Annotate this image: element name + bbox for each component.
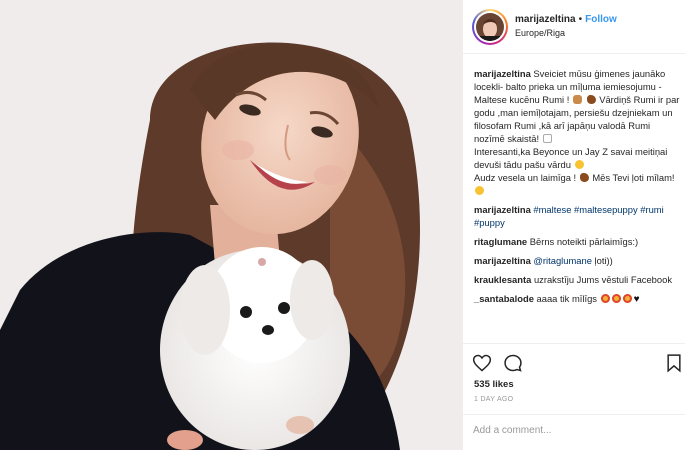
comment-item: krauklesanta uzrakstīju Jums vēstuli Fac…	[474, 273, 681, 286]
header-username[interactable]: marijazeltina	[515, 14, 576, 25]
smile-emoji-icon	[475, 186, 484, 195]
caption-text-4: Audz vesela un laimīga !	[474, 172, 577, 183]
comment-item: _santabalode aaaa tik mīlīgs ♥	[474, 292, 681, 306]
post-image	[0, 0, 463, 450]
likes-count[interactable]: 535 likes	[474, 379, 514, 390]
heart-outline-icon[interactable]	[472, 353, 492, 373]
instagram-post: marijazeltina • Follow Europe/Riga marijaz…	[0, 0, 685, 450]
comment-item: marijazeltina @ritaglumane ļoti))	[474, 254, 681, 267]
comment-text: uzrakstīju Jums vēstuli Facebook	[533, 274, 673, 285]
post-photo[interactable]	[0, 0, 463, 450]
caption-username[interactable]: marijazeltina	[474, 68, 531, 79]
comment-username[interactable]: marijazeltina	[474, 204, 531, 215]
comment-text: ļoti))	[594, 255, 613, 266]
dog-face-icon	[572, 95, 582, 104]
heart-eyes-icon	[611, 294, 621, 303]
comment-username[interactable]: marijazeltina	[474, 255, 531, 266]
add-comment-bar	[463, 414, 685, 450]
smile-emoji-icon	[574, 160, 584, 169]
comment-mention[interactable]: @ritaglumane	[533, 255, 592, 266]
header-location[interactable]: Europe/Riga	[515, 28, 565, 38]
comments-list: marijazeltina Sveiciet mūsu ģimenes jaun…	[474, 67, 681, 312]
comment-input[interactable]	[473, 425, 673, 436]
comment-username[interactable]: krauklesanta	[474, 274, 531, 285]
heart-eyes-icon	[622, 294, 632, 303]
header-separator: •	[578, 14, 583, 25]
post-timestamp[interactable]: 1 DAY AGO	[474, 396, 513, 403]
comment-bubble-icon[interactable]	[503, 353, 523, 373]
caption: marijazeltina Sveiciet mūsu ģimenes jaun…	[474, 67, 681, 197]
comment-text: Bērns noteikti pārlaimīgs:)	[529, 236, 639, 247]
avatar-ring	[474, 11, 506, 43]
avatar-image	[476, 13, 504, 41]
bookmark-icon[interactable]	[664, 353, 684, 373]
comment-text: aaaa tik mīlīgs	[536, 293, 597, 304]
caption-text-3: Interesanti,ka Beyonce un Jay Z savai me…	[474, 146, 668, 170]
paw-emoji-icon	[586, 95, 596, 104]
black-heart-icon: ♥	[633, 294, 640, 305]
heart-eyes-icon	[600, 294, 610, 303]
avatar[interactable]	[472, 9, 508, 45]
header-user-line: marijazeltina • Follow	[515, 14, 617, 25]
paw-emoji-icon	[579, 173, 589, 182]
post-header: marijazeltina • Follow Europe/Riga	[463, 0, 685, 54]
comment-item: ritaglumane Bērns noteikti pārlaimīgs:)	[474, 235, 681, 248]
follow-button[interactable]: Follow	[585, 14, 617, 25]
caption-text-5: Mēs Tevi ļoti mīlam!	[592, 172, 675, 183]
white-heart-icon	[542, 134, 552, 143]
comment-item: marijazeltina #maltese #maltesepuppy #ru…	[474, 203, 681, 229]
comment-username[interactable]: ritaglumane	[474, 236, 527, 247]
post-actions: 535 likes 1 DAY AGO	[463, 343, 685, 450]
comment-username[interactable]: _santabalode	[474, 293, 534, 304]
post-side-panel: marijazeltina • Follow Europe/Riga marijaz…	[463, 0, 685, 450]
